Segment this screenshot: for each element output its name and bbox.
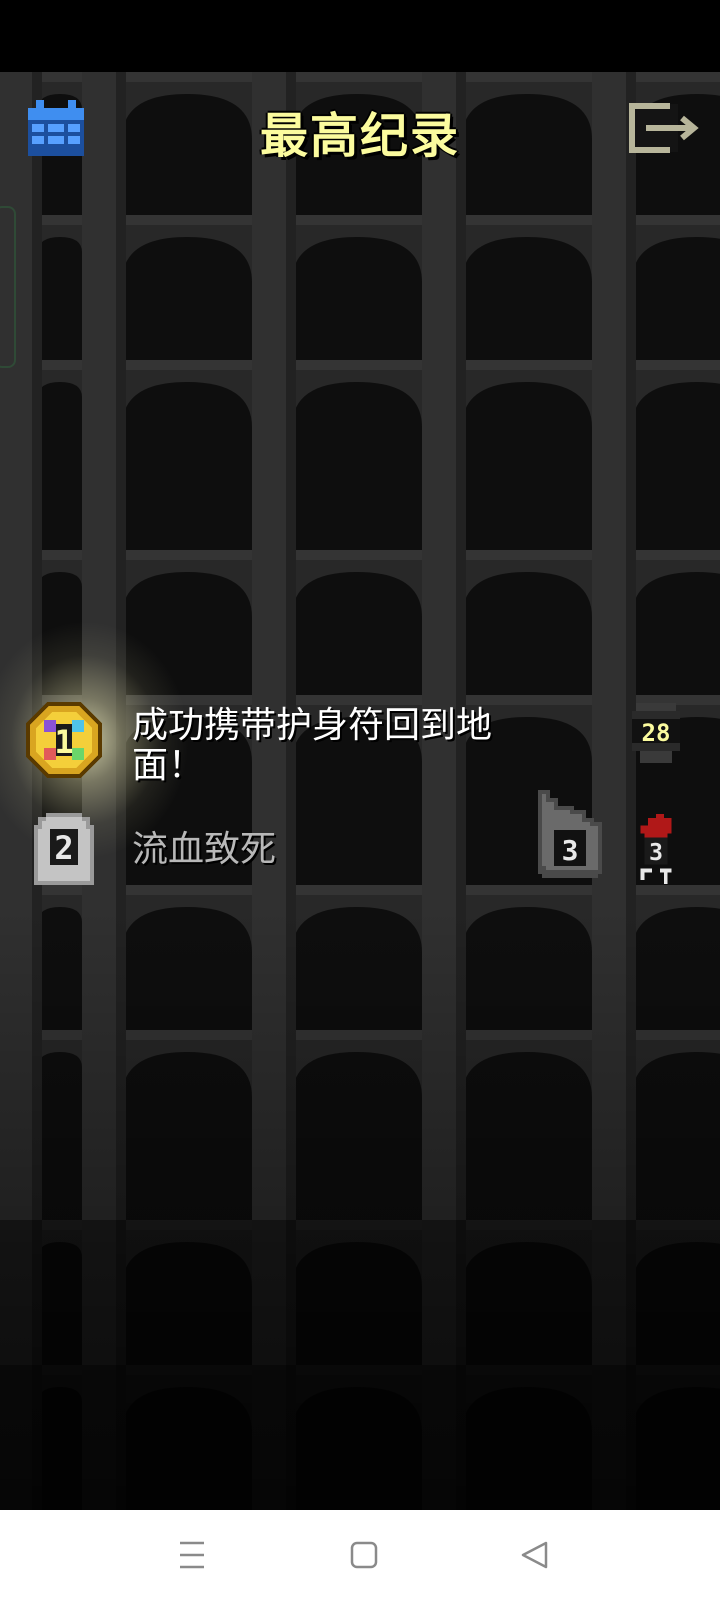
page-title: 最高纪录 bbox=[259, 108, 460, 164]
side-panel-handle[interactable] bbox=[0, 206, 16, 368]
gold-rank-badge-icon: 1 bbox=[26, 702, 102, 778]
record-description: 流血致死 bbox=[132, 829, 277, 870]
back-button[interactable] bbox=[504, 1530, 564, 1580]
rank-number: 2 bbox=[54, 829, 73, 867]
game-screen: 最高纪录 1 成功携带护身符回到地面！ 28 2 流血致死 3 3 bbox=[0, 0, 720, 1510]
record-row-1[interactable]: 1 成功携带护身符回到地面！ 28 bbox=[0, 620, 720, 860]
record-description: 成功携带护身符回到地面！ bbox=[132, 705, 493, 786]
depth-number: 28 bbox=[642, 719, 671, 747]
hero-level-icon: 3 bbox=[538, 790, 602, 878]
record-row-2[interactable]: 2 流血致死 3 3 bbox=[0, 790, 720, 894]
level-number: 3 bbox=[562, 834, 579, 867]
depth-blood-icon: 3 bbox=[640, 814, 672, 884]
menu-icon bbox=[180, 1541, 204, 1569]
back-icon bbox=[521, 1541, 548, 1569]
home-button[interactable] bbox=[334, 1530, 394, 1580]
rank-number: 1 bbox=[54, 723, 73, 761]
system-navigation-bar bbox=[0, 1510, 720, 1600]
exit-icon bbox=[629, 103, 699, 153]
home-icon bbox=[350, 1541, 378, 1569]
depth-stairs-icon: 28 bbox=[632, 703, 680, 763]
exit-button[interactable] bbox=[626, 98, 704, 158]
tombstone-rank-badge-icon: 2 bbox=[34, 813, 94, 885]
depth-number: 3 bbox=[649, 838, 663, 866]
recent-apps-button[interactable] bbox=[162, 1530, 222, 1580]
